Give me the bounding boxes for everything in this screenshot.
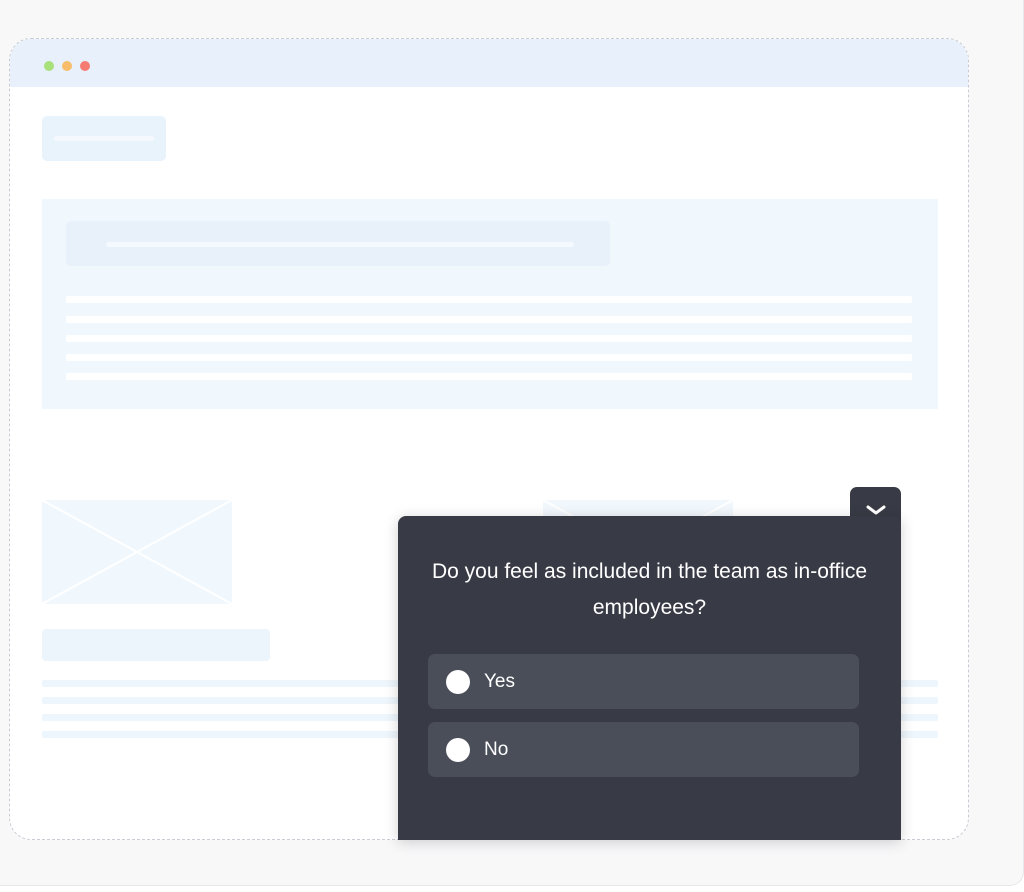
placeholder-text-line (66, 335, 912, 342)
survey-widget: Do you feel as included in the team as i… (398, 516, 901, 840)
placeholder-text-line (66, 373, 912, 380)
radio-button[interactable] (446, 738, 470, 762)
placeholder-card-title (42, 629, 270, 661)
window-dot-red (80, 61, 90, 71)
placeholder-text-line (66, 354, 912, 361)
survey-question: Do you feel as included in the team as i… (431, 560, 868, 619)
image-placeholder-icon (42, 500, 232, 604)
option-no[interactable]: No (428, 722, 859, 777)
chevron-down-icon (866, 505, 885, 515)
option-yes[interactable]: Yes (428, 654, 859, 709)
option-label: Yes (484, 671, 515, 692)
placeholder-hero-heading (66, 221, 610, 266)
placeholder-hero-section (42, 199, 938, 409)
placeholder-logo-line (54, 136, 154, 141)
placeholder-logo (42, 116, 166, 161)
option-label: No (484, 739, 509, 760)
page-background: Do you feel as included in the team as i… (0, 0, 1024, 886)
window-dot-green (44, 61, 54, 71)
placeholder-text-line (66, 316, 912, 323)
placeholder-image (42, 500, 232, 604)
placeholder-text-line (66, 296, 912, 303)
placeholder-heading-line (106, 242, 574, 247)
window-dot-yellow (62, 61, 72, 71)
radio-button[interactable] (446, 670, 470, 694)
browser-title-bar (10, 39, 968, 87)
